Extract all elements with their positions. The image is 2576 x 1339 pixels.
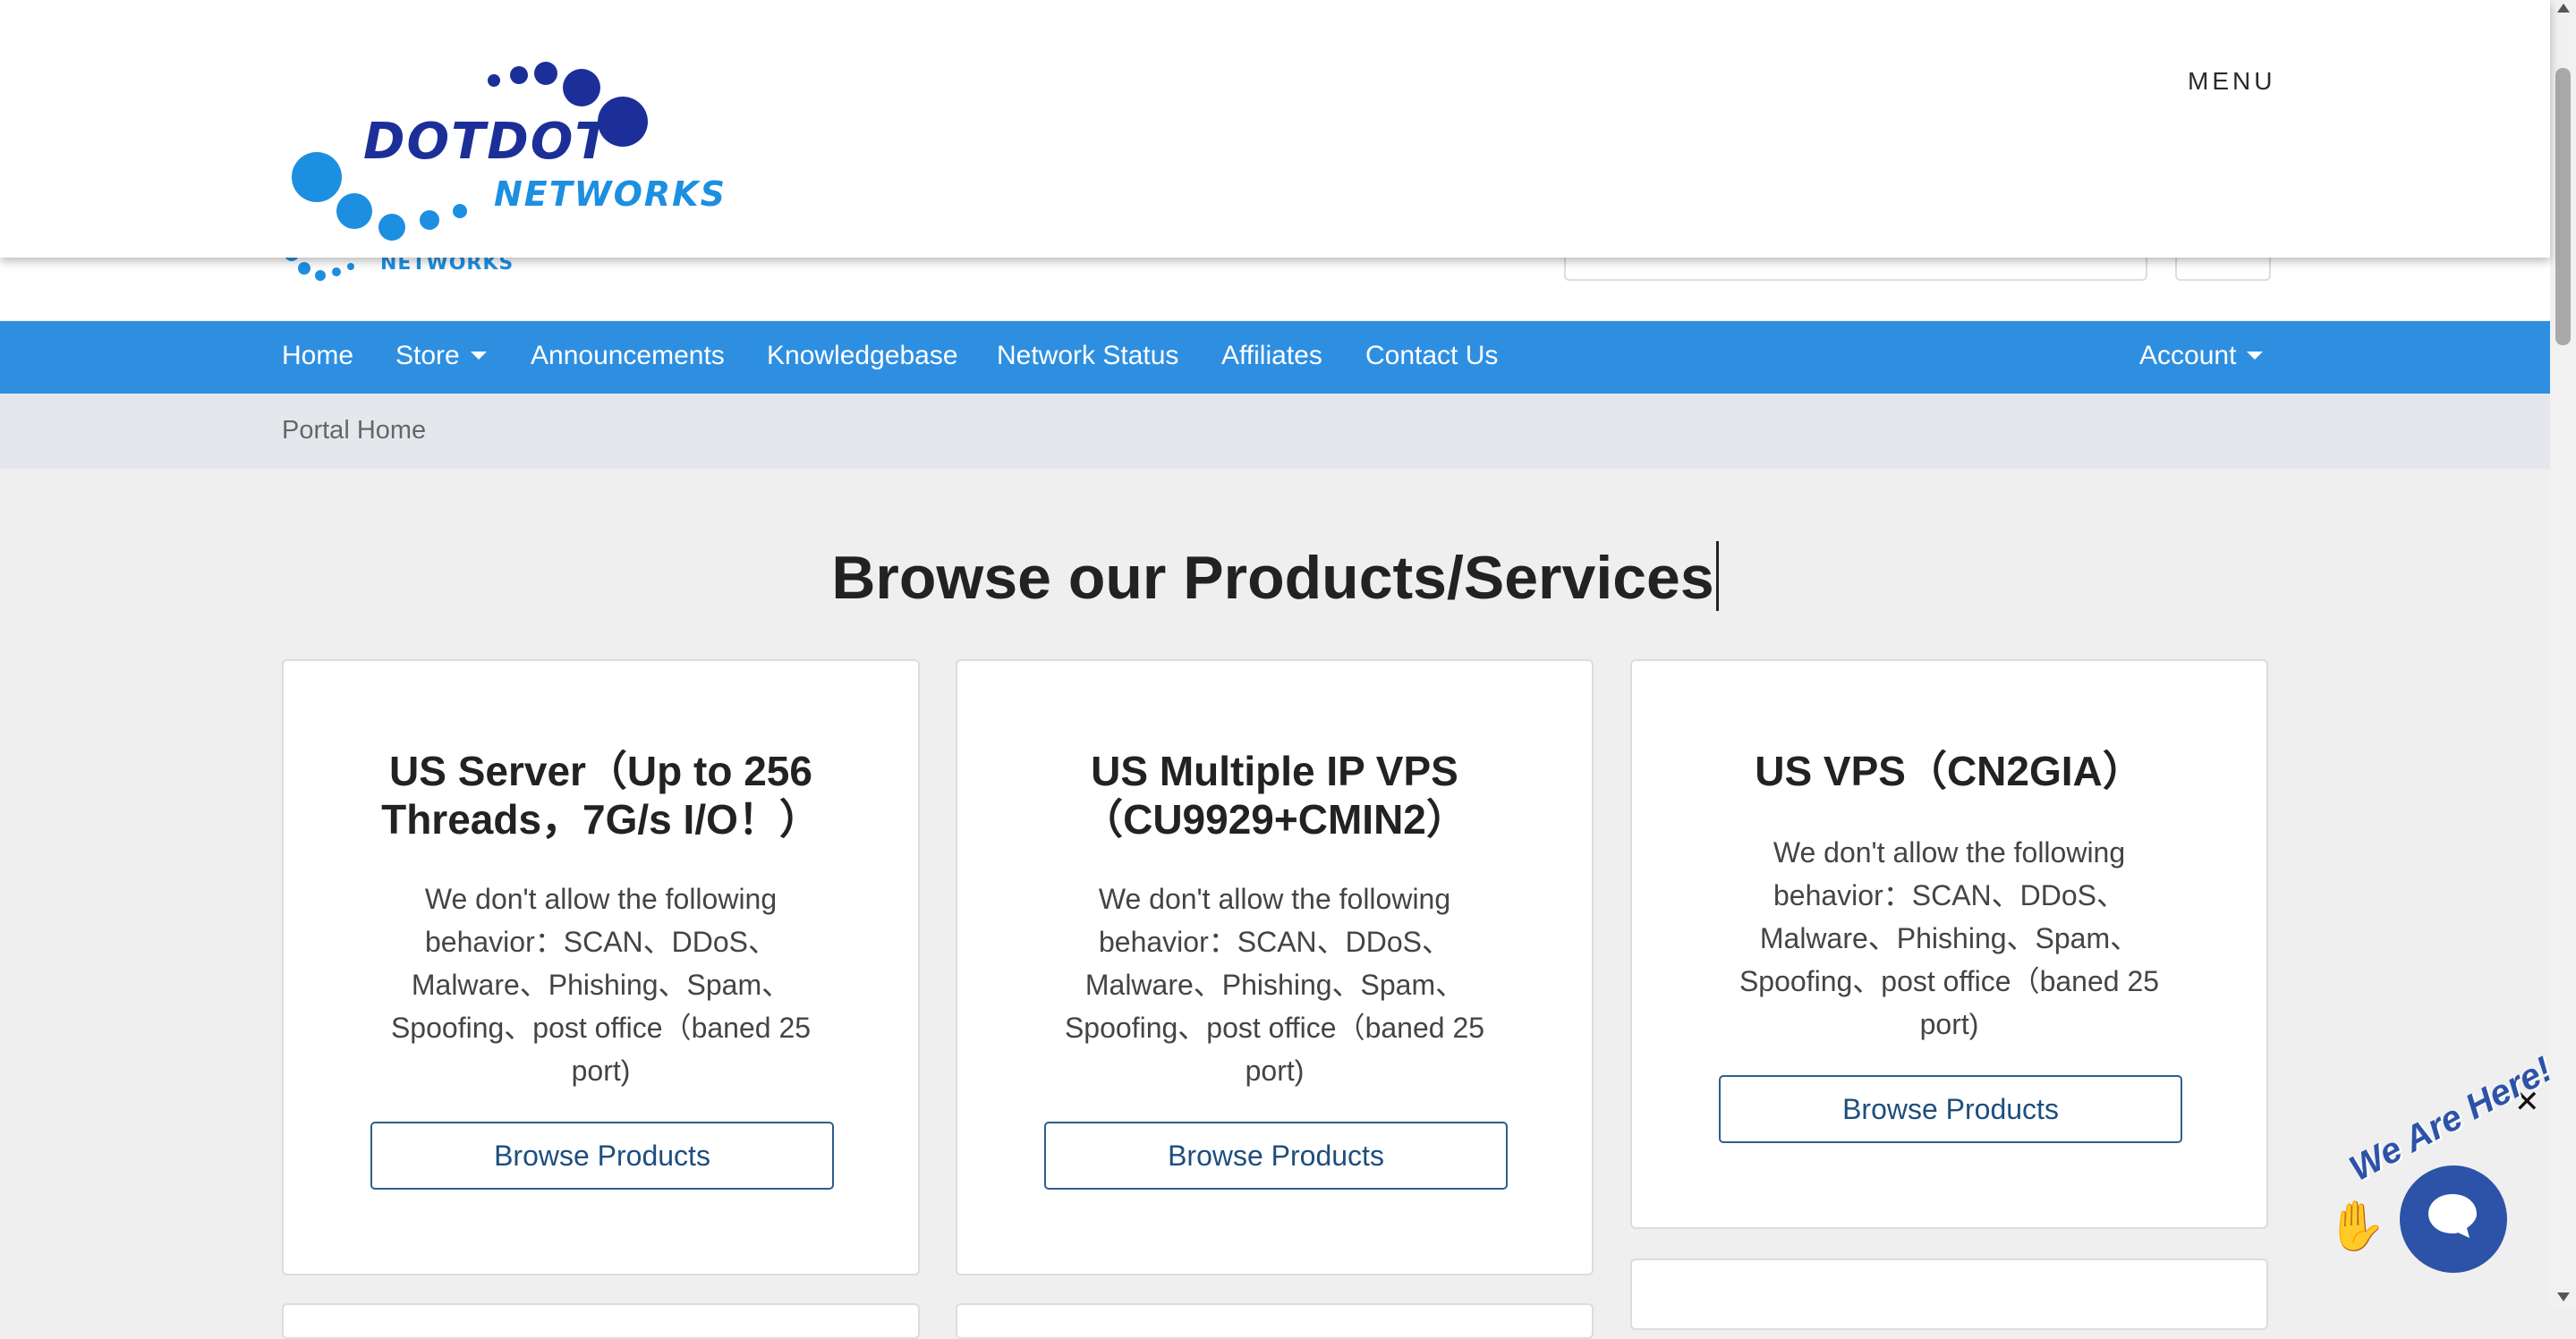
main-navbar: Home Store Announcements Knowledgebase N… [0, 321, 2550, 394]
nav-store-label: Store [395, 341, 460, 370]
page-title: Browse our Products/Services [0, 541, 2550, 613]
card-title: US Server（Up to 256 Threads，7G/s I/O！） [381, 748, 820, 843]
product-card-partial [956, 1303, 1594, 1339]
scroll-thumb[interactable] [2555, 68, 2571, 345]
logo-text-dotdot: DOTDOT [363, 113, 611, 171]
sticky-header: DOTDOT NETWORKS MENU [0, 0, 2550, 258]
breadcrumb: Portal Home [0, 394, 2550, 469]
nav-store[interactable]: Store [395, 341, 487, 371]
product-card: US Server（Up to 256 Threads，7G/s I/O！） W… [282, 659, 920, 1275]
logo-text-networks: NETWORKS [494, 174, 727, 214]
breadcrumb-portal-home[interactable]: Portal Home [282, 416, 426, 445]
card-title: US VPS（CN2GIA） [1755, 748, 2144, 794]
card-description: We don't allow the following behavior：SC… [390, 883, 812, 1087]
page-scrollbar[interactable] [2550, 0, 2576, 1307]
nav-home[interactable]: Home [282, 341, 353, 371]
card-description: We don't allow the following behavior：SC… [1064, 883, 1485, 1087]
product-card: US VPS（CN2GIA） We don't allow the follow… [1630, 659, 2268, 1229]
browse-products-button[interactable]: Browse Products [1719, 1075, 2182, 1143]
nav-account[interactable]: Account [2139, 341, 2264, 371]
nav-announcements[interactable]: Announcements [531, 341, 725, 371]
chevron-down-icon [470, 352, 487, 360]
page-title-text: Browse our Products/Services [831, 544, 1714, 612]
chat-bubble-icon [2428, 1194, 2477, 1238]
waving-hand-icon: ✋ [2326, 1199, 2387, 1253]
product-card-partial [282, 1303, 920, 1339]
chevron-down-icon [2247, 352, 2264, 360]
chat-launcher-button[interactable] [2400, 1165, 2507, 1273]
nav-knowledgebase[interactable]: Knowledgebase [767, 341, 958, 371]
scroll-up-icon[interactable] [2557, 4, 2570, 13]
text-cursor [1715, 541, 1719, 611]
card-title: US Multiple IP VPS（CU9929+CMIN2） [1082, 748, 1467, 843]
scroll-down-icon[interactable] [2557, 1292, 2570, 1301]
menu-toggle[interactable]: MENU [2188, 67, 2275, 96]
nav-network-status[interactable]: Network Status [997, 341, 1178, 371]
product-card-partial [1630, 1258, 2268, 1330]
nav-account-label: Account [2139, 341, 2237, 370]
browse-products-button[interactable]: Browse Products [370, 1122, 834, 1190]
browse-products-button[interactable]: Browse Products [1044, 1122, 1508, 1190]
dotdot-networks-logo[interactable]: DOTDOT NETWORKS [279, 52, 816, 249]
product-card: US Multiple IP VPS（CU9929+CMIN2） We don'… [956, 659, 1594, 1275]
nav-affiliates[interactable]: Affiliates [1221, 341, 1322, 371]
card-description: We don't allow the following behavior：SC… [1739, 836, 2160, 1040]
nav-contact-us[interactable]: Contact Us [1365, 341, 1498, 371]
